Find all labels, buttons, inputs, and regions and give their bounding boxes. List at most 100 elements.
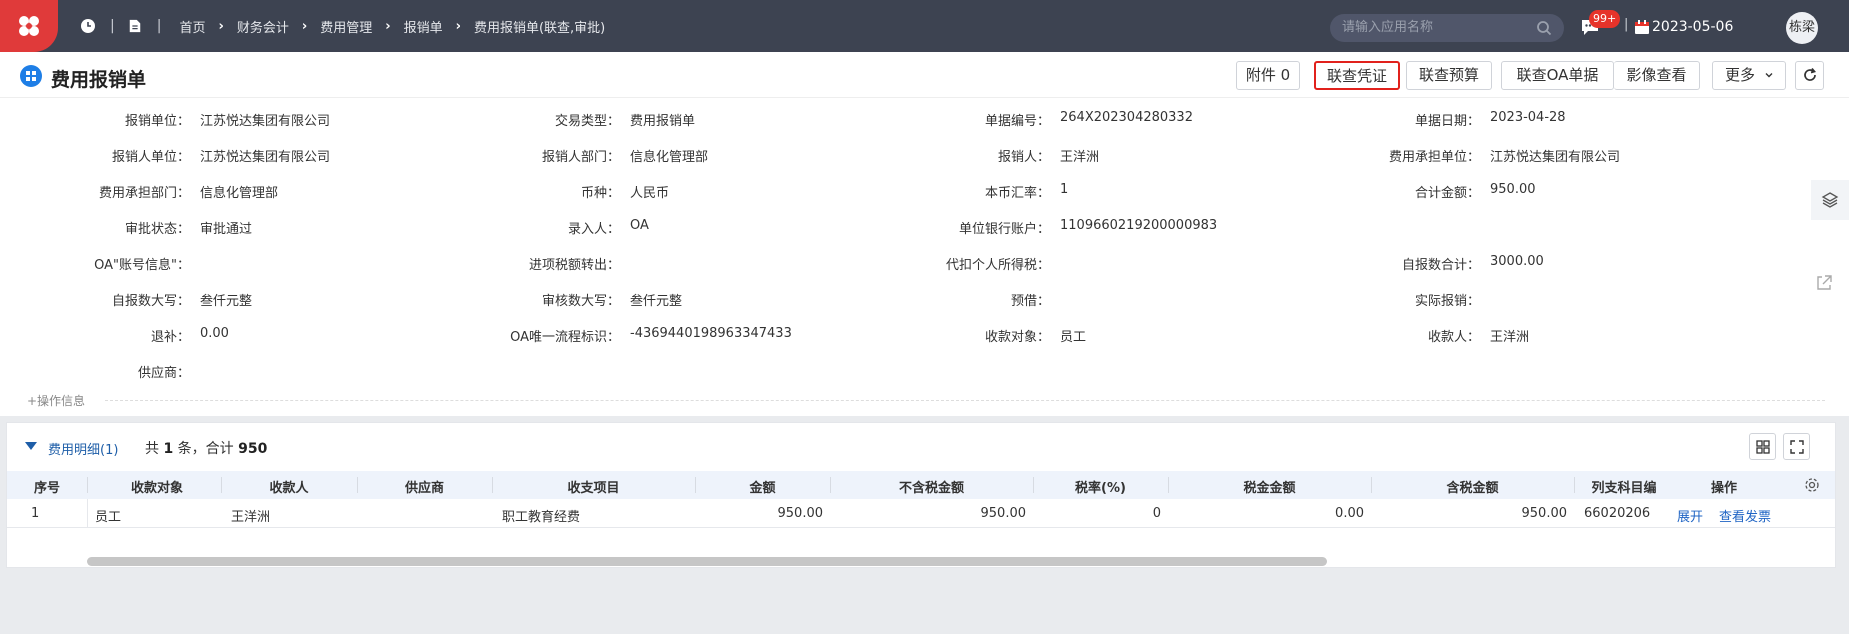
col-header: 不含税金额 (898, 481, 964, 496)
chevron-right-icon: › (385, 18, 391, 34)
field-label: 收款对象： (984, 330, 1050, 345)
field-label: 收款人： (1427, 330, 1480, 345)
field-label: 供应商： (137, 366, 190, 381)
field-value: 叁仟元整 (200, 294, 253, 309)
breadcrumb-current: 费用报销单(联查,审批) (473, 20, 606, 36)
field-value: 信息化管理部 (200, 186, 279, 201)
breadcrumb-expense-mgmt[interactable]: 费用管理 (320, 17, 372, 36)
divider: | (1624, 17, 1629, 32)
expense-detail-section: 费用明细(1) 共 1 条，合计 950 序号 收款对象 收款人 供应商 收支项… (6, 422, 1836, 568)
field-value: 费用报销单 (630, 114, 696, 129)
field-label: 实际报销： (1414, 294, 1480, 309)
form-row: 审批状态： 审批通过 录入人： OA 单位银行账户： 1109660219200… (0, 218, 1849, 238)
cell-item: 职工教育经费 (502, 510, 581, 525)
message-badge: 99+ (1589, 10, 1621, 28)
current-date: 2023-05-06 (1652, 19, 1734, 35)
field-value: 员工 (1060, 330, 1087, 345)
field-value: 950.00 (1490, 182, 1536, 197)
view-image-button[interactable]: 影像查看 (1614, 61, 1700, 90)
detail-title[interactable]: 费用明细(1) (48, 439, 118, 458)
view-oa-bill-button[interactable]: 联查OA单据 (1501, 61, 1614, 90)
fullscreen-button[interactable] (1783, 433, 1810, 460)
table-row[interactable]: 1 员工 王洋洲 职工教育经费 950.00 950.00 0 0.00 950… (7, 499, 1835, 528)
cell-payee: 王洋洲 (231, 510, 271, 525)
breadcrumb-home[interactable]: 首页 (179, 17, 205, 36)
field-label: OA"账号信息"： (94, 258, 190, 273)
field-label: 本币汇率： (984, 186, 1050, 201)
form-row: 供应商： (0, 362, 1849, 382)
field-value: 信息化管理部 (630, 150, 709, 165)
field-label: 报销人： (997, 150, 1050, 165)
field-label: 审批状态： (124, 222, 190, 237)
count-mid: 条，合计 (177, 441, 234, 457)
field-value: 叁仟元整 (630, 294, 683, 309)
field-label: OA唯一流程标识： (510, 330, 620, 345)
col-header: 序号 (33, 481, 60, 496)
page-title: 费用报销单 (51, 69, 147, 91)
breadcrumb-finance[interactable]: 财务会计 (237, 17, 289, 36)
form-row: 费用承担部门： 信息化管理部 币种： 人民币 本币汇率： 1 合计金额： 950… (0, 182, 1849, 202)
cell-amount-ex-tax: 950.00 (980, 506, 1027, 521)
field-value: 审批通过 (200, 222, 253, 237)
bill-panel: 费用报销单 附件 0 联查凭证 联查预算 联查OA单据 影像查看 更多 报销单位… (0, 52, 1849, 416)
app-search-input[interactable]: 请输入应用名称 (1330, 14, 1564, 42)
col-header: 收款对象 (130, 481, 183, 496)
flower-logo-icon (19, 16, 39, 36)
column-settings-gear-icon[interactable] (1804, 477, 1820, 493)
document-icon[interactable] (127, 18, 143, 34)
cell-tax-rate: 0 (1152, 506, 1161, 521)
field-label: 币种： (580, 186, 620, 201)
chevron-right-icon: › (218, 18, 224, 34)
user-avatar[interactable]: 栋梁 (1786, 12, 1818, 44)
form-row: 报销人单位： 江苏悦达集团有限公司 报销人部门： 信息化管理部 报销人： 王洋洲… (0, 146, 1849, 166)
col-header: 税率(%) (1075, 481, 1126, 496)
cell-no: 1 (31, 506, 40, 521)
chevron-right-icon: › (455, 18, 461, 34)
form-row: OA"账号信息"： 进项税额转出： 代扣个人所得税： 自报数合计： 3000.0… (0, 254, 1849, 274)
record-count: 1 (163, 441, 174, 457)
app-logo[interactable] (0, 0, 58, 52)
field-label: 报销单位： (124, 114, 190, 129)
form-row: 报销单位： 江苏悦达集团有限公司 交易类型： 费用报销单 单据编号： 264X2… (0, 110, 1849, 130)
horizontal-scrollbar[interactable] (87, 557, 1327, 566)
field-value: 王洋洲 (1060, 150, 1100, 165)
collapse-triangle-icon[interactable] (25, 442, 37, 450)
view-budget-button[interactable]: 联查预算 (1406, 61, 1492, 90)
refresh-icon (1803, 67, 1816, 81)
expand-link[interactable]: 展开 (1677, 506, 1703, 525)
more-label: 更多 (1725, 66, 1756, 84)
field-value: 江苏悦达集团有限公司 (200, 150, 331, 165)
history-clock-icon[interactable] (80, 18, 96, 34)
refresh-button[interactable] (1795, 61, 1824, 90)
field-label: 单据编号： (984, 114, 1050, 129)
search-icon[interactable] (1536, 20, 1552, 36)
grid-icon (1756, 440, 1770, 454)
breadcrumb: 首页 › 财务会计 › 费用管理 › 报销单 › 费用报销单(联查,审批) (179, 17, 605, 36)
col-header: 收支项目 (567, 481, 620, 496)
cell-amount: 950.00 (777, 506, 824, 521)
field-value: 江苏悦达集团有限公司 (1490, 150, 1621, 165)
divider: | (156, 18, 162, 34)
top-navigation-bar: | | 首页 › 财务会计 › 费用管理 › 报销单 › 费用报销单(联查,审批… (0, 0, 1849, 52)
cell-payee-type: 员工 (95, 510, 122, 525)
column-divider (87, 499, 88, 528)
calendar-icon[interactable] (1634, 19, 1650, 35)
operation-info-toggle[interactable]: +操作信息 (27, 392, 85, 409)
field-label: 审核数大写： (541, 294, 620, 309)
field-value: 江苏悦达集团有限公司 (200, 114, 331, 129)
col-header: 操作 (1710, 481, 1737, 496)
search-placeholder: 请输入应用名称 (1342, 20, 1434, 35)
field-label: 费用承担单位： (1388, 150, 1480, 165)
more-dropdown-button[interactable]: 更多 (1712, 61, 1786, 90)
view-voucher-button[interactable]: 联查凭证 (1314, 61, 1400, 90)
breadcrumb-reimbursement[interactable]: 报销单 (404, 17, 443, 36)
col-header: 收款人 (269, 481, 309, 496)
col-header: 税金金额 (1243, 481, 1296, 496)
view-invoice-link[interactable]: 查看发票 (1719, 506, 1771, 525)
cell-account-code: 66020206 (1584, 506, 1651, 521)
grid-view-button[interactable] (1749, 433, 1776, 460)
chevron-right-icon: › (301, 18, 308, 34)
attachment-button[interactable]: 附件 0 (1236, 61, 1300, 90)
field-label: 单据日期： (1414, 114, 1480, 129)
field-value: 264X202304280332 (1060, 110, 1193, 125)
